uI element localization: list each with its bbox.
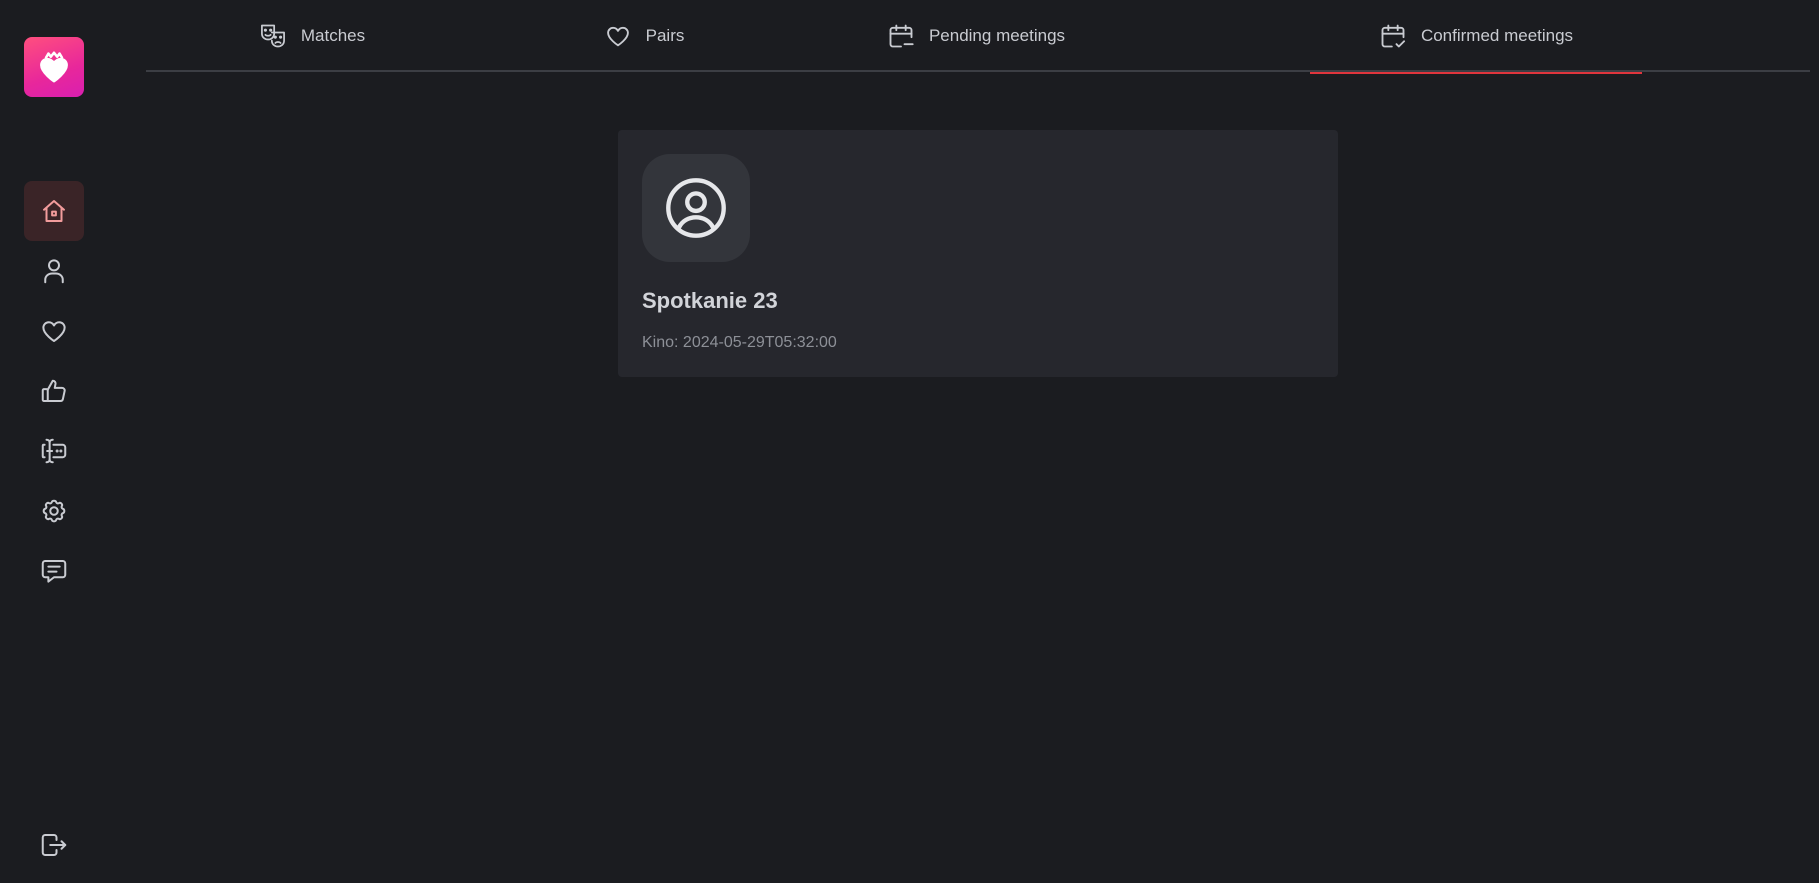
sidebar-item-home[interactable] xyxy=(24,181,84,241)
tab-label: Pairs xyxy=(645,26,685,45)
sidebar xyxy=(0,0,108,883)
tab-pending-meetings[interactable]: Pending meetings xyxy=(810,0,1142,72)
meeting-title: Spotkanie 23 xyxy=(642,288,778,313)
theater-masks-icon xyxy=(260,24,285,48)
app-logo[interactable] xyxy=(24,37,84,97)
heart-icon xyxy=(42,321,66,342)
sidebar-item-chats[interactable] xyxy=(24,421,84,481)
heart-crown-icon xyxy=(40,51,68,83)
tab-label: Pending meetings xyxy=(928,26,1066,45)
text-cursor-chat-icon xyxy=(41,438,67,464)
home-icon xyxy=(43,200,65,222)
gear-icon xyxy=(42,499,66,523)
heart-icon xyxy=(606,26,629,47)
user-circle-icon xyxy=(666,178,726,238)
sidebar-item-recommendations[interactable] xyxy=(24,361,84,421)
meeting-card[interactable]: Spotkanie 23 Kino: 2024-05-29T05:32:00 xyxy=(618,130,1338,377)
tab-pairs[interactable]: Pairs xyxy=(478,0,810,72)
tab-confirmed-meetings[interactable]: Confirmed meetings xyxy=(1310,0,1642,74)
calendar-check-icon xyxy=(1381,24,1405,48)
tab-bar: Matches Pairs Pending meetings Confirmed… xyxy=(146,0,1810,74)
tab-label: Confirmed meetings xyxy=(1420,26,1574,45)
calendar-minus-icon xyxy=(889,24,914,48)
sidebar-item-messages[interactable] xyxy=(24,541,84,601)
thumbs-up-icon xyxy=(41,379,66,402)
meeting-details: Kino: 2024-05-29T05:32:00 xyxy=(642,334,837,351)
logout-icon xyxy=(41,834,67,856)
message-square-icon xyxy=(41,560,67,583)
user-icon xyxy=(44,259,64,284)
tab-label: Matches xyxy=(300,26,366,45)
logout-button[interactable] xyxy=(24,815,84,875)
sidebar-item-settings[interactable] xyxy=(24,481,84,541)
tab-matches[interactable]: Matches xyxy=(146,0,478,72)
sidebar-item-likes[interactable] xyxy=(24,301,84,361)
sidebar-item-profile[interactable] xyxy=(24,241,84,301)
avatar xyxy=(642,154,750,262)
